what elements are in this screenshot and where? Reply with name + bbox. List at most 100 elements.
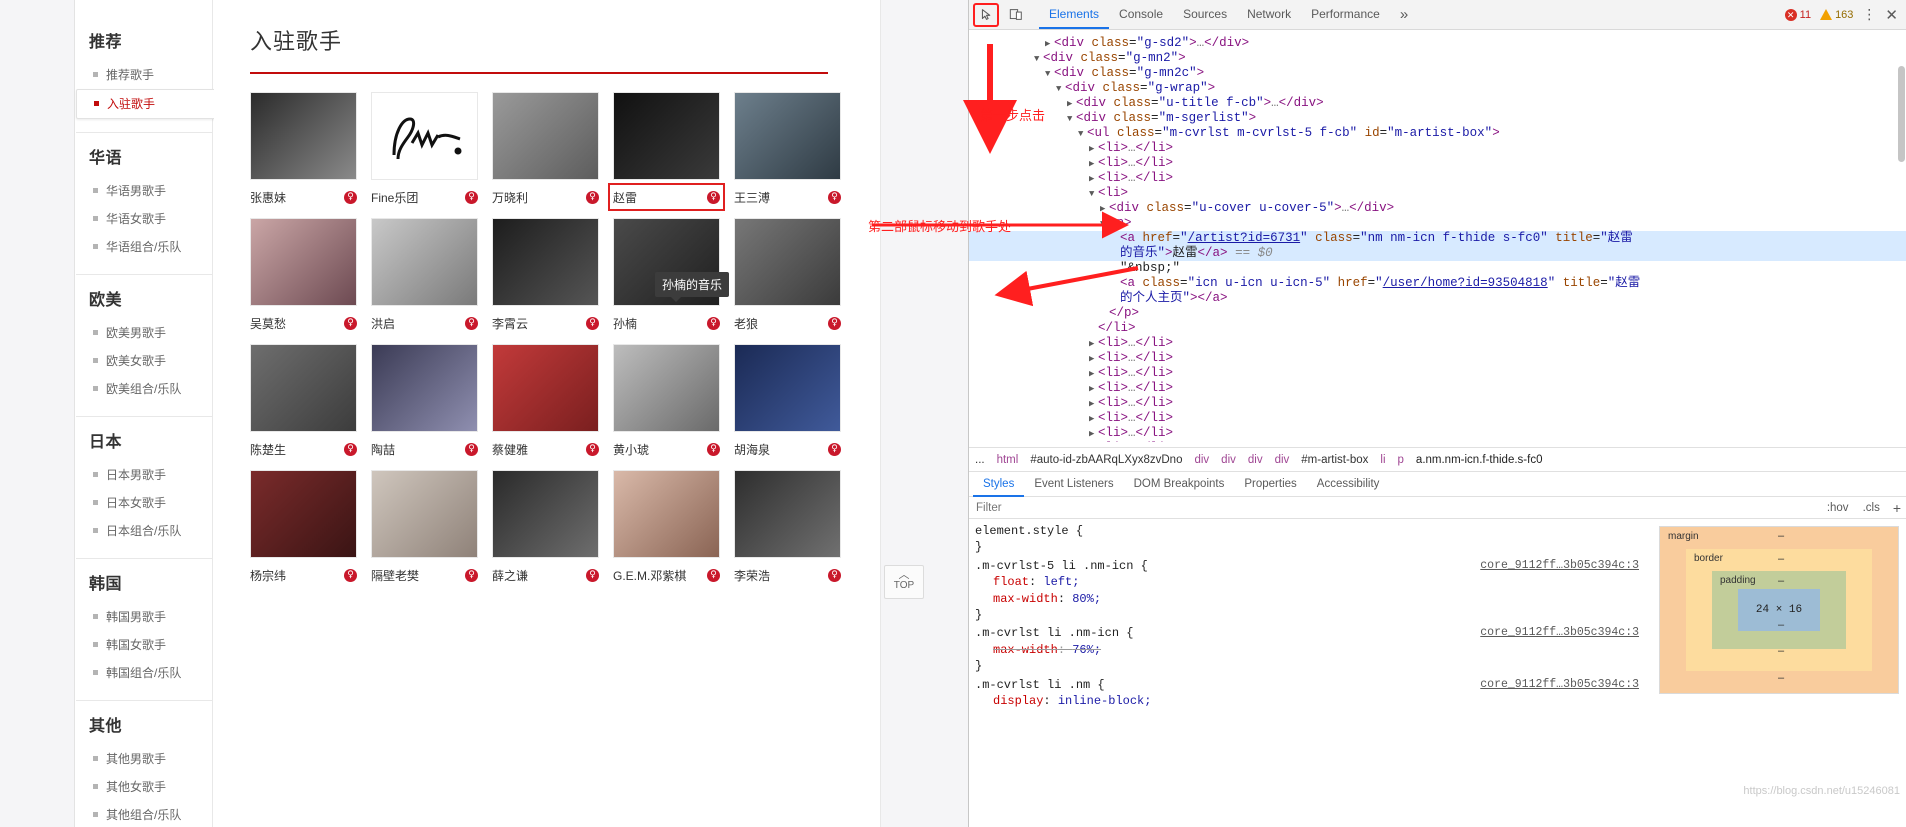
devtools-tab[interactable]: Network [1237, 0, 1301, 29]
artist-card[interactable]: 杨宗纬 ♀ [250, 470, 357, 584]
sidebar-item[interactable]: 华语男歌手 [76, 177, 212, 205]
devtools-tab[interactable]: Console [1109, 0, 1173, 29]
inspect-icon[interactable] [973, 2, 999, 27]
dom-tree-line[interactable]: ▼ <div class="g-mn2"> [969, 51, 1906, 66]
artist-photo[interactable] [371, 92, 478, 180]
css-declaration[interactable]: display: inline-block; [975, 693, 1647, 709]
css-declaration[interactable]: max-width: 76%; [975, 642, 1647, 658]
artist-photo[interactable] [371, 344, 478, 432]
dom-tree-line[interactable]: <a class="icn u-icn u-icn-5" href="/user… [969, 276, 1906, 291]
twisty-icon[interactable]: ▼ [1100, 217, 1109, 232]
dom-tree-line[interactable]: ▼ <li> [969, 186, 1906, 201]
hov-toggle-button[interactable]: :hov [1820, 502, 1856, 514]
artist-name-link[interactable]: 张惠妹 [250, 189, 286, 206]
artist-name-link[interactable]: 万晓利 [492, 189, 528, 206]
box-model-padding-bottom-value[interactable]: – [1778, 619, 1784, 631]
styles-panel-tab[interactable]: Properties [1234, 472, 1306, 497]
artist-name-link[interactable]: Fine乐团 [371, 189, 418, 206]
artist-name-link[interactable]: 陈楚生 [250, 441, 286, 458]
artist-card[interactable]: 赵雷 ♀ [608, 92, 725, 211]
breadcrumb-item[interactable]: #auto-id-zbAARqLXyx8zvDno [1030, 454, 1182, 466]
styles-panel-tab[interactable]: Styles [973, 472, 1024, 497]
breadcrumb-item[interactable]: div [1248, 454, 1263, 466]
artist-name-link[interactable]: 赵雷 [613, 189, 637, 206]
artist-name-link[interactable]: 王三溥 [734, 189, 770, 206]
artist-card[interactable]: 陶喆 ♀ [371, 344, 478, 458]
box-model-border-bottom-value[interactable]: – [1778, 645, 1784, 657]
artist-name-link[interactable]: 孙楠 [613, 315, 637, 332]
artist-verified-icon[interactable]: ♀ [465, 442, 478, 456]
artist-photo[interactable] [250, 218, 357, 306]
box-model-margin-top-value[interactable]: – [1778, 530, 1784, 542]
dom-tree[interactable]: ▶ <div class="g-sd2">…</div> ▼ <div class="… [969, 30, 1906, 442]
artist-photo[interactable] [734, 92, 841, 180]
artist-name-link[interactable]: 陶喆 [371, 441, 395, 458]
new-style-rule-button[interactable]: + [1887, 500, 1906, 516]
devtools-more-tabs-button[interactable]: » [1390, 6, 1418, 23]
artist-photo[interactable] [492, 344, 599, 432]
dom-tree-line[interactable]: ▶<li>…</li> [969, 141, 1906, 156]
sidebar-item[interactable]: 其他组合/乐队 [76, 801, 212, 827]
styles-panel-tab[interactable]: Accessibility [1307, 472, 1390, 497]
artist-card[interactable]: 黄小琥 ♀ [613, 344, 720, 458]
twisty-icon[interactable]: ▶ [1089, 352, 1098, 367]
artist-photo[interactable] [371, 218, 478, 306]
sidebar-item[interactable]: 入驻歌手 [76, 89, 224, 119]
artist-name-link[interactable]: 蔡健雅 [492, 441, 528, 458]
dom-tree-line[interactable]: 的个人主页"></a> [969, 291, 1906, 306]
sidebar-item[interactable]: 日本男歌手 [76, 461, 212, 489]
artist-photo[interactable] [734, 218, 841, 306]
dom-tree-line[interactable]: ▶<li>…</li> [969, 351, 1906, 366]
artist-verified-icon[interactable]: ♀ [344, 568, 357, 582]
styles-filter-input[interactable] [969, 497, 1820, 518]
twisty-icon[interactable]: ▶ [1100, 202, 1109, 217]
artist-name-link[interactable]: 老狼 [734, 315, 758, 332]
breadcrumb-item[interactable]: div [1275, 454, 1290, 466]
twisty-icon[interactable]: ▶ [1089, 337, 1098, 352]
artist-verified-icon[interactable]: ♀ [586, 190, 599, 204]
sidebar-item[interactable]: 欧美男歌手 [76, 319, 212, 347]
box-model-margin-bottom-value[interactable]: – [1778, 672, 1784, 684]
box-model-padding-top-value[interactable]: – [1778, 575, 1784, 587]
artist-photo[interactable] [492, 92, 599, 180]
sidebar-item[interactable]: 其他女歌手 [76, 773, 212, 801]
sidebar-item[interactable]: 日本组合/乐队 [76, 517, 212, 545]
twisty-icon[interactable]: ▶ [1045, 37, 1054, 52]
artist-verified-icon[interactable]: ♀ [344, 316, 357, 330]
css-selector[interactable]: .m-cvrlst li .nm-icn {core_9112ff…3b05c3… [975, 625, 1647, 641]
twisty-icon[interactable]: ▶ [1089, 412, 1098, 427]
twisty-icon[interactable]: ▶ [1089, 382, 1098, 397]
sidebar-item[interactable]: 推荐歌手 [76, 61, 212, 89]
artist-name-link[interactable]: 黄小琥 [613, 441, 649, 458]
twisty-icon[interactable]: ▼ [1078, 127, 1087, 142]
css-declaration[interactable]: max-width: 80%; [975, 591, 1647, 607]
breadcrumb-item[interactable]: div [1194, 454, 1209, 466]
breadcrumb-item[interactable]: p [1398, 454, 1404, 466]
artist-verified-icon[interactable]: ♀ [828, 568, 841, 582]
dom-tree-line[interactable]: ▶<li>…</li> [969, 366, 1906, 381]
artist-photo[interactable] [250, 344, 357, 432]
artist-verified-icon[interactable]: ♀ [828, 442, 841, 456]
twisty-icon[interactable]: ▶ [1089, 157, 1098, 172]
sidebar-item[interactable]: 日本女歌手 [76, 489, 212, 517]
sidebar-item[interactable]: 欧美组合/乐队 [76, 375, 212, 403]
sidebar-item[interactable]: 其他男歌手 [76, 745, 212, 773]
twisty-icon[interactable]: ▼ [1034, 52, 1043, 67]
artist-verified-icon[interactable]: ♀ [707, 442, 720, 456]
dom-tree-line[interactable]: ▶<li>…</li> [969, 441, 1906, 442]
css-property[interactable]: max-width [993, 592, 1058, 606]
dom-tree-line[interactable]: ▶<li>…</li> [969, 171, 1906, 186]
dom-tree-line[interactable]: ▶<li>…</li> [969, 381, 1906, 396]
artist-photo[interactable] [613, 344, 720, 432]
artist-card[interactable]: Fine乐团 ♀ [371, 92, 478, 206]
artist-name-link[interactable]: 薛之谦 [492, 567, 528, 584]
artist-photo[interactable] [492, 218, 599, 306]
css-selector[interactable]: .m-cvrlst li .nm {core_9112ff…3b05c394c:… [975, 677, 1647, 693]
css-rule[interactable]: .m-cvrlst li .nm-icn {core_9112ff…3b05c3… [975, 625, 1647, 674]
dom-tree-scrollbar[interactable] [1898, 66, 1905, 162]
dom-tree-line[interactable]: ▶<li>…</li> [969, 396, 1906, 411]
twisty-icon[interactable]: ▼ [1089, 187, 1098, 202]
css-property[interactable]: max-width [993, 643, 1058, 657]
devtools-close-icon[interactable]: ✕ [1885, 6, 1898, 24]
css-selector[interactable]: element.style { [975, 523, 1647, 539]
